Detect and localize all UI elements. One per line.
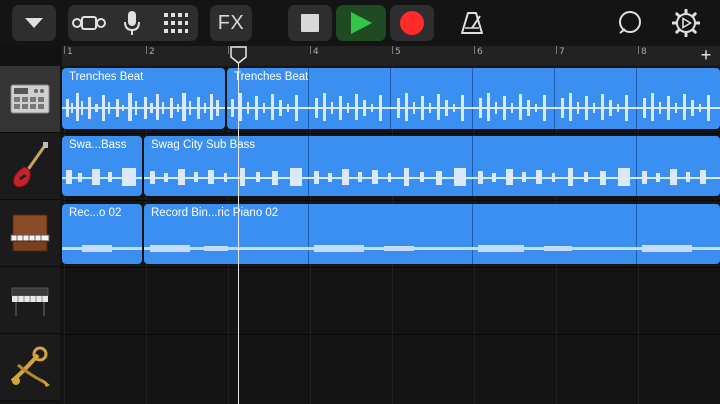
stop-icon xyxy=(301,14,319,32)
playhead-handle-icon[interactable] xyxy=(230,46,247,64)
live-loops-button[interactable] xyxy=(158,5,194,41)
record-button[interactable] xyxy=(390,5,434,41)
track-header-drums[interactable] xyxy=(0,66,60,133)
record-icon xyxy=(400,11,424,35)
bar-number: 2 xyxy=(149,47,155,57)
add-section-button[interactable]: + xyxy=(696,46,716,66)
region-name: Trenches Beat xyxy=(234,71,309,83)
audio-region[interactable]: Trenches Beat xyxy=(227,68,720,129)
metronome-button[interactable] xyxy=(454,5,490,41)
track-header-piano[interactable] xyxy=(0,200,60,267)
loop-browser-button[interactable] xyxy=(612,5,648,41)
drum-machine-icon xyxy=(10,84,50,114)
waveform xyxy=(62,168,142,186)
waveform xyxy=(62,93,225,121)
region-name: Swa...Bass xyxy=(69,139,127,151)
bar-number: 7 xyxy=(559,47,565,57)
play-button[interactable] xyxy=(336,5,386,41)
region-name: Trenches Beat xyxy=(69,71,144,83)
track-header-horns[interactable] xyxy=(0,334,60,401)
control-bar: FX xyxy=(0,0,720,46)
browser-menu-button[interactable] xyxy=(12,5,56,41)
region-name: Swag City Sub Bass xyxy=(151,139,256,151)
audio-region[interactable]: Trenches Beat xyxy=(62,68,225,129)
waveform xyxy=(144,245,720,252)
tracks-area[interactable]: Trenches Beat Trenches Beat Swa...Bass S… xyxy=(62,66,720,404)
bar-number: 5 xyxy=(395,47,401,57)
waveform xyxy=(62,245,142,252)
grid-icon xyxy=(164,13,188,33)
bar-number: 6 xyxy=(477,47,483,57)
fx-button[interactable]: FX xyxy=(210,5,252,41)
chevron-down-icon xyxy=(25,18,43,28)
tracks-view-icon xyxy=(72,16,106,30)
track-header-keyboard[interactable] xyxy=(0,267,60,334)
playhead[interactable] xyxy=(238,46,239,404)
microphone-icon xyxy=(124,11,140,35)
bar-number: 8 xyxy=(641,47,647,57)
region-name: Rec...o 02 xyxy=(69,207,122,219)
bass-guitar-icon xyxy=(13,142,48,188)
waveform xyxy=(227,93,720,121)
horns-icon xyxy=(10,346,50,387)
track-header-bass[interactable] xyxy=(0,133,60,200)
microphone-button[interactable] xyxy=(114,5,150,41)
bar-number: 1 xyxy=(67,47,73,57)
loop-icon xyxy=(619,11,641,34)
tracks-view-button[interactable] xyxy=(70,5,108,41)
audio-region[interactable]: Rec...o 02 xyxy=(62,204,142,264)
bar-number: 4 xyxy=(313,47,319,57)
metronome-icon xyxy=(461,12,483,34)
settings-button[interactable] xyxy=(666,5,706,41)
timeline-ruler[interactable]: 1 2 3 4 5 6 7 8 xyxy=(62,46,720,67)
audio-region[interactable]: Record Bin...ric Piano 02 xyxy=(144,204,720,264)
track-headers xyxy=(0,66,62,404)
audio-region[interactable]: Swa...Bass xyxy=(62,136,142,196)
audio-region[interactable]: Swag City Sub Bass xyxy=(144,136,720,196)
region-name: Record Bin...ric Piano 02 xyxy=(151,207,279,219)
gear-icon xyxy=(672,9,700,37)
upright-piano-icon xyxy=(10,214,50,252)
keyboard-icon xyxy=(11,287,49,316)
fx-label: FX xyxy=(217,11,245,34)
stop-button[interactable] xyxy=(288,5,332,41)
play-icon xyxy=(351,12,372,34)
waveform xyxy=(144,168,720,186)
